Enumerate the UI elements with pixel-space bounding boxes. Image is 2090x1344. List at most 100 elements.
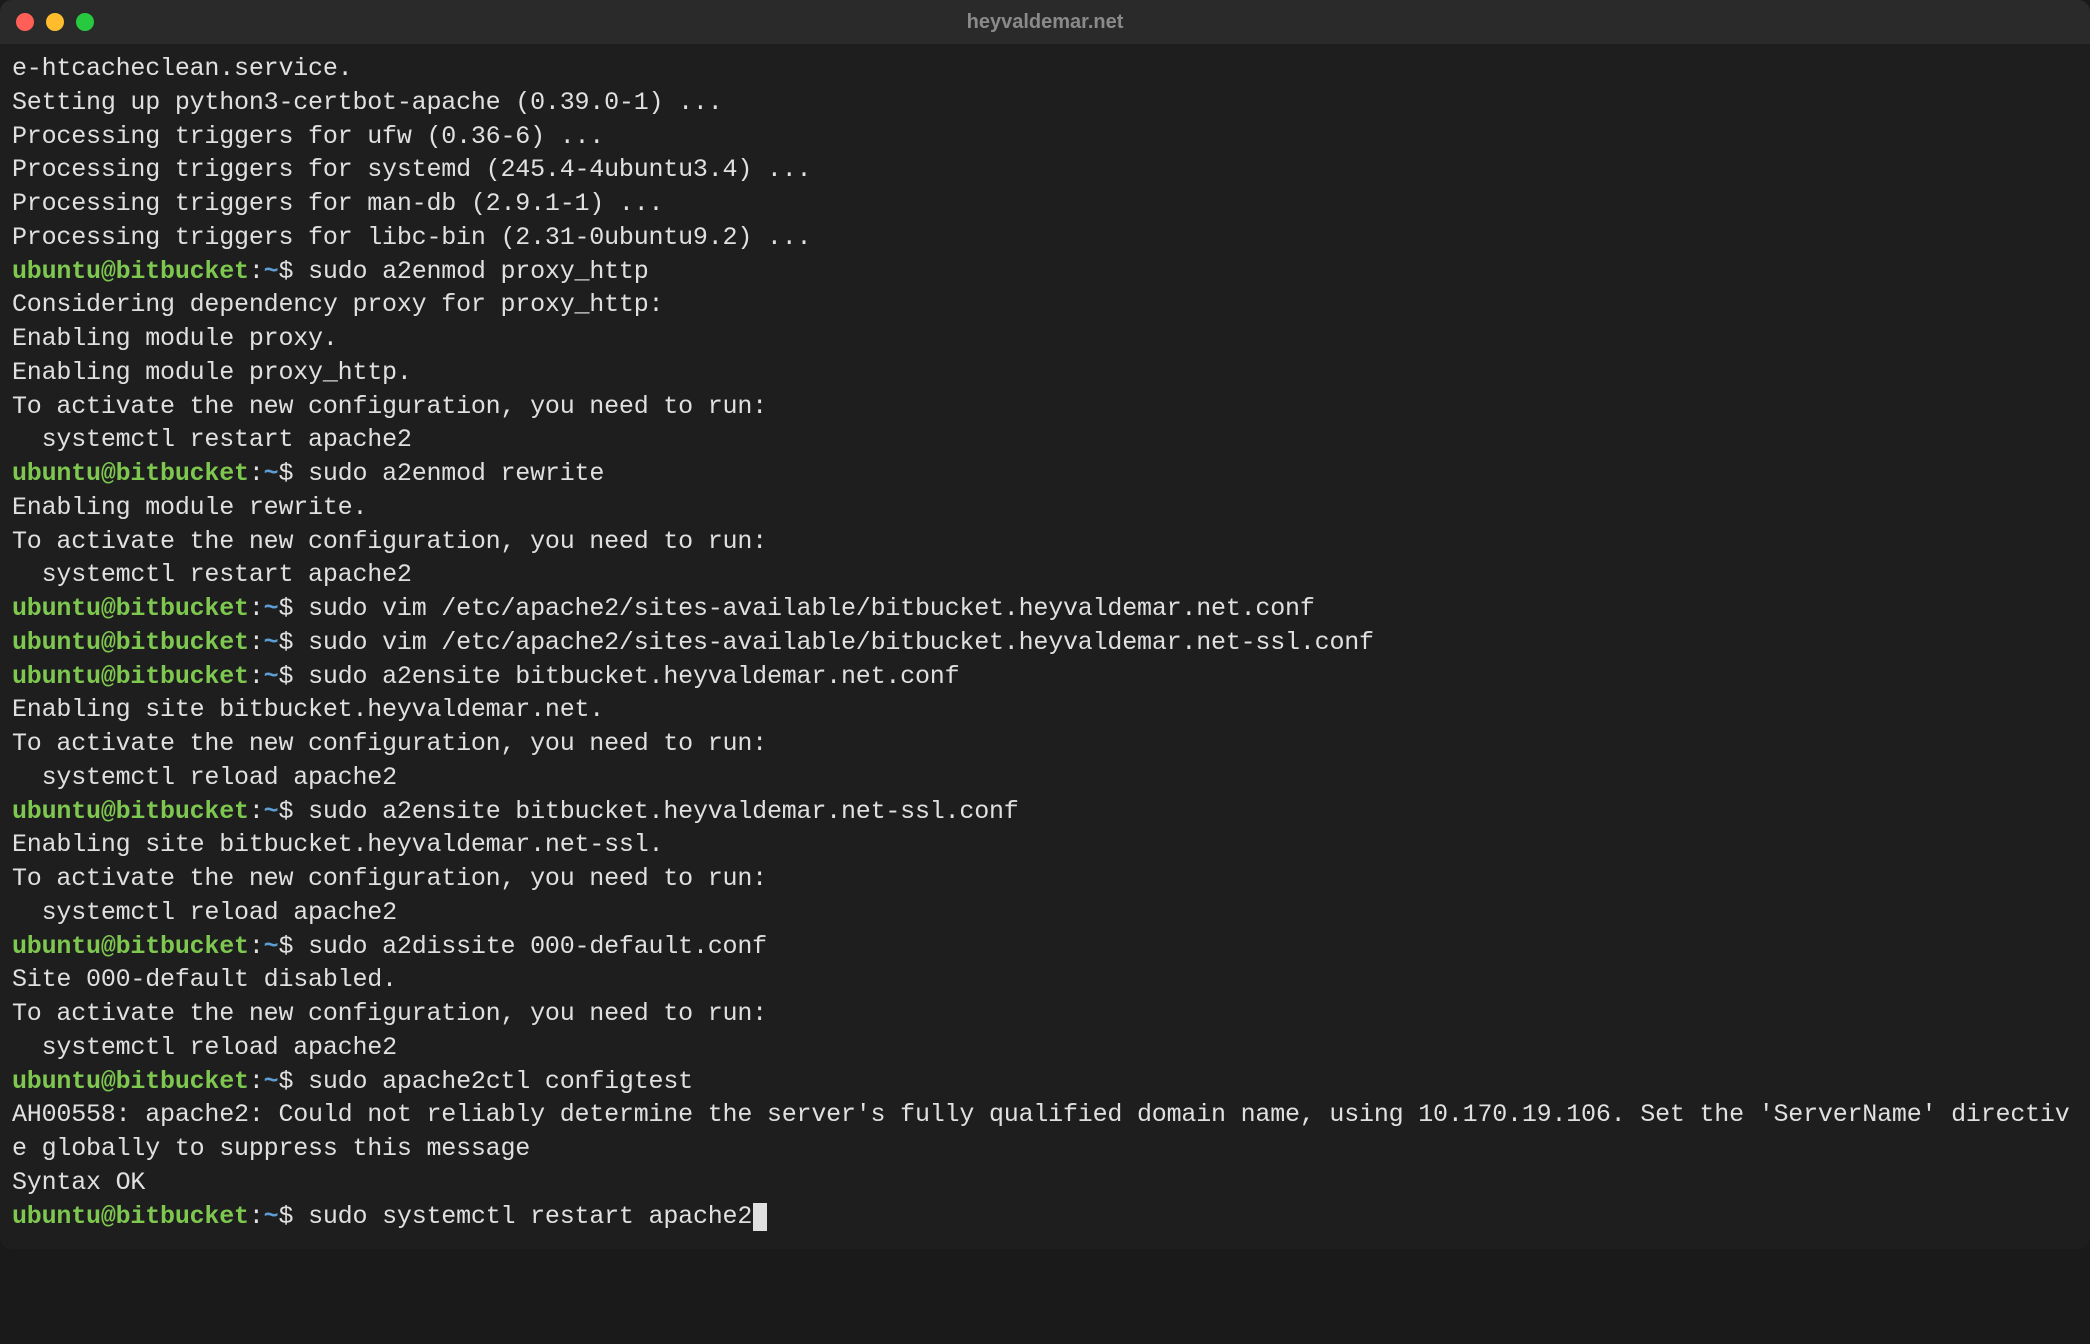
traffic-lights — [16, 13, 94, 31]
prompt-dollar: $ — [278, 257, 308, 286]
command-text: sudo a2enmod proxy_http — [308, 257, 648, 286]
prompt-colon: : — [249, 1202, 264, 1231]
prompt-user-host: ubuntu@bitbucket — [12, 257, 249, 286]
terminal-output-line: Processing triggers for systemd (245.4-4… — [12, 153, 2078, 187]
prompt-user-host: ubuntu@bitbucket — [12, 628, 249, 657]
terminal-output-line: To activate the new configuration, you n… — [12, 862, 2078, 896]
output-text: To activate the new configuration, you n… — [12, 527, 767, 556]
terminal-output-line: Enabling module proxy_http. — [12, 356, 2078, 390]
prompt-colon: : — [249, 459, 264, 488]
prompt-dollar: $ — [278, 594, 308, 623]
prompt-dollar: $ — [278, 628, 308, 657]
terminal-output-line: systemctl reload apache2 — [12, 761, 2078, 795]
terminal-prompt-line: ubuntu@bitbucket:~$ sudo a2dissite 000-d… — [12, 930, 2078, 964]
terminal-prompt-line: ubuntu@bitbucket:~$ sudo a2ensite bitbuc… — [12, 795, 2078, 829]
terminal-output-line: AH00558: apache2: Could not reliably det… — [12, 1098, 2078, 1166]
output-text: Enabling site bitbucket.heyvaldemar.net. — [12, 695, 604, 724]
terminal-output-line: systemctl reload apache2 — [12, 1031, 2078, 1065]
prompt-user-host: ubuntu@bitbucket — [12, 459, 249, 488]
output-text: Processing triggers for systemd (245.4-4… — [12, 155, 811, 184]
prompt-colon: : — [249, 662, 264, 691]
prompt-colon: : — [249, 797, 264, 826]
output-text: systemctl reload apache2 — [12, 1033, 397, 1062]
terminal-output-line: Enabling module proxy. — [12, 322, 2078, 356]
terminal-output-line: Setting up python3-certbot-apache (0.39.… — [12, 86, 2078, 120]
terminal-prompt-line: ubuntu@bitbucket:~$ sudo a2enmod proxy_h… — [12, 255, 2078, 289]
prompt-colon: : — [249, 594, 264, 623]
terminal-output-line: Syntax OK — [12, 1166, 2078, 1200]
terminal-output-line: Enabling site bitbucket.heyvaldemar.net-… — [12, 828, 2078, 862]
terminal-output-line: Enabling module rewrite. — [12, 491, 2078, 525]
command-text: sudo a2enmod rewrite — [308, 459, 604, 488]
prompt-dollar: $ — [278, 1067, 308, 1096]
prompt-path: ~ — [264, 628, 279, 657]
terminal-output-line: systemctl reload apache2 — [12, 896, 2078, 930]
prompt-path: ~ — [264, 459, 279, 488]
prompt-path: ~ — [264, 932, 279, 961]
terminal-prompt-line: ubuntu@bitbucket:~$ sudo apache2ctl conf… — [12, 1065, 2078, 1099]
command-text: sudo vim /etc/apache2/sites-available/bi… — [308, 594, 1315, 623]
output-text: Site 000-default disabled. — [12, 965, 397, 994]
output-text: systemctl restart apache2 — [12, 425, 412, 454]
prompt-dollar: $ — [278, 797, 308, 826]
terminal-output-line: systemctl restart apache2 — [12, 423, 2078, 457]
command-text: sudo systemctl restart apache2 — [308, 1202, 752, 1231]
terminal-output-line: systemctl restart apache2 — [12, 558, 2078, 592]
prompt-path: ~ — [264, 797, 279, 826]
command-text: sudo apache2ctl configtest — [308, 1067, 693, 1096]
terminal-output-line: Site 000-default disabled. — [12, 963, 2078, 997]
terminal-prompt-line: ubuntu@bitbucket:~$ sudo vim /etc/apache… — [12, 626, 2078, 660]
output-text: To activate the new configuration, you n… — [12, 729, 767, 758]
prompt-user-host: ubuntu@bitbucket — [12, 1067, 249, 1096]
prompt-path: ~ — [264, 662, 279, 691]
output-text: To activate the new configuration, you n… — [12, 392, 767, 421]
terminal-output-line: To activate the new configuration, you n… — [12, 727, 2078, 761]
title-bar: heyvaldemar.net — [0, 0, 2090, 44]
prompt-dollar: $ — [278, 1202, 308, 1231]
output-text: Considering dependency proxy for proxy_h… — [12, 290, 663, 319]
terminal-prompt-line: ubuntu@bitbucket:~$ sudo a2ensite bitbuc… — [12, 660, 2078, 694]
output-text: Processing triggers for ufw (0.36-6) ... — [12, 122, 604, 151]
output-text: Enabling module rewrite. — [12, 493, 367, 522]
command-text: sudo vim /etc/apache2/sites-available/bi… — [308, 628, 1374, 657]
terminal-window: heyvaldemar.net e-htcacheclean.service. S… — [0, 0, 2090, 1249]
output-text: Enabling module proxy. — [12, 324, 338, 353]
output-text: AH00558: apache2: Could not reliably det… — [12, 1100, 2070, 1163]
prompt-colon: : — [249, 932, 264, 961]
prompt-user-host: ubuntu@bitbucket — [12, 594, 249, 623]
minimize-icon[interactable] — [46, 13, 64, 31]
prompt-colon: : — [249, 1067, 264, 1096]
output-text: To activate the new configuration, you n… — [12, 999, 767, 1028]
prompt-path: ~ — [264, 594, 279, 623]
terminal-output-line: To activate the new configuration, you n… — [12, 390, 2078, 424]
terminal-output-line: To activate the new configuration, you n… — [12, 997, 2078, 1031]
terminal-output-line: e-htcacheclean.service. — [12, 52, 2078, 86]
prompt-colon: : — [249, 628, 264, 657]
prompt-path: ~ — [264, 257, 279, 286]
command-text: sudo a2ensite bitbucket.heyvaldemar.net-… — [308, 797, 1019, 826]
output-text: e-htcacheclean.service. — [12, 54, 352, 83]
prompt-dollar: $ — [278, 932, 308, 961]
output-text: systemctl reload apache2 — [12, 898, 397, 927]
prompt-user-host: ubuntu@bitbucket — [12, 1202, 249, 1231]
terminal-prompt-line: ubuntu@bitbucket:~$ sudo systemctl resta… — [12, 1200, 2078, 1234]
terminal-prompt-line: ubuntu@bitbucket:~$ sudo vim /etc/apache… — [12, 592, 2078, 626]
output-text: Enabling module proxy_http. — [12, 358, 412, 387]
output-text: Processing triggers for libc-bin (2.31-0… — [12, 223, 811, 252]
terminal-output-line: To activate the new configuration, you n… — [12, 525, 2078, 559]
prompt-path: ~ — [264, 1067, 279, 1096]
terminal-output-line: Processing triggers for ufw (0.36-6) ... — [12, 120, 2078, 154]
prompt-user-host: ubuntu@bitbucket — [12, 932, 249, 961]
terminal-output-line: Processing triggers for man-db (2.9.1-1)… — [12, 187, 2078, 221]
terminal-prompt-line: ubuntu@bitbucket:~$ sudo a2enmod rewrite — [12, 457, 2078, 491]
output-text: systemctl reload apache2 — [12, 763, 397, 792]
maximize-icon[interactable] — [76, 13, 94, 31]
terminal-output-line: Considering dependency proxy for proxy_h… — [12, 288, 2078, 322]
close-icon[interactable] — [16, 13, 34, 31]
terminal-content[interactable]: e-htcacheclean.service. Setting up python… — [0, 44, 2090, 1249]
prompt-dollar: $ — [278, 459, 308, 488]
window-title: heyvaldemar.net — [967, 11, 1124, 34]
cursor-icon — [753, 1203, 767, 1231]
output-text: Setting up python3-certbot-apache (0.39.… — [12, 88, 723, 117]
output-text: Enabling site bitbucket.heyvaldemar.net-… — [12, 830, 663, 859]
